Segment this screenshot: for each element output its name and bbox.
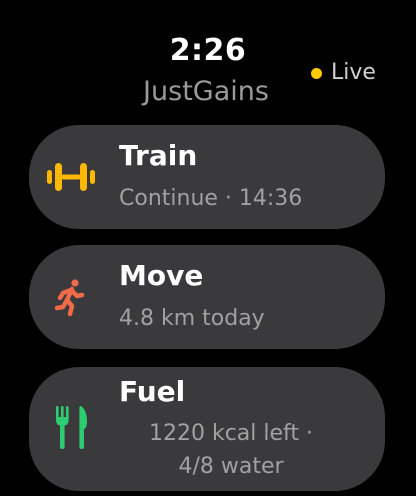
- fuel-title: Fuel: [119, 375, 186, 408]
- running-person-icon-svg: [54, 279, 85, 317]
- move-title: Move: [119, 259, 204, 292]
- fuel-subtitle-line1: 1220 kcal left ·: [148, 421, 314, 446]
- app-title: JustGains: [143, 76, 269, 107]
- dumbbell-icon-svg: [47, 163, 95, 191]
- train-title: Train: [119, 139, 198, 172]
- move-subtitle: 4.8 km today: [119, 306, 265, 331]
- running-person-icon: [43, 273, 99, 321]
- fuel-card[interactable]: Fuel 1220 kcal left · 4/8 water: [29, 367, 385, 491]
- train-card[interactable]: Train Continue · 14:36: [29, 125, 385, 229]
- fork-knife-icon-svg: [56, 406, 87, 449]
- train-subtitle: Continue · 14:36: [119, 186, 303, 211]
- move-card[interactable]: Move 4.8 km today: [29, 245, 385, 349]
- fuel-subtitle-line2: 4/8 water: [178, 454, 284, 479]
- dumbbell-icon: [43, 153, 99, 201]
- fork-knife-icon: [43, 403, 99, 451]
